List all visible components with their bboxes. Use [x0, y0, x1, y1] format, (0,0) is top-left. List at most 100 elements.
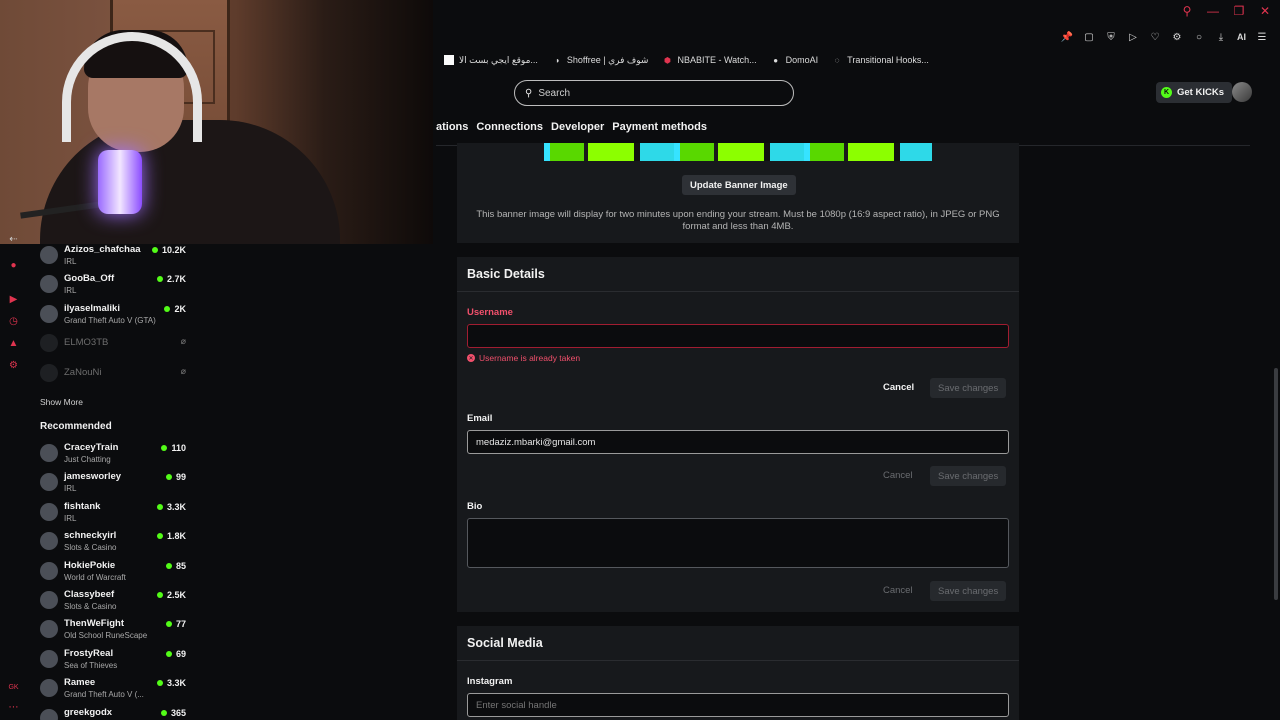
- email-save-button[interactable]: Save changes: [930, 466, 1007, 486]
- viewer-count-text: 3.3K: [166, 678, 186, 689]
- play-circle-icon[interactable]: ▶: [8, 294, 19, 305]
- channel-item[interactable]: jamesworley IRL 99: [36, 469, 190, 495]
- channel-category: IRL: [64, 484, 77, 494]
- viewer-count: 69: [165, 649, 186, 659]
- tab-developer[interactable]: Developer: [551, 121, 604, 133]
- channel-name: ELMO3TB: [64, 337, 109, 349]
- offline-icon: ⌀: [180, 336, 186, 347]
- channel-item[interactable]: FrostyReal Sea of Thieves 69: [36, 646, 190, 672]
- viewer-count-text: 2.5K: [166, 590, 186, 600]
- more-icon[interactable]: ⋯: [8, 702, 19, 713]
- viewer-count-text: 365: [170, 707, 186, 718]
- channel-name: fishtank: [64, 500, 101, 512]
- channel-item[interactable]: CraceyTrain Just Chatting 110: [36, 440, 190, 466]
- update-banner-button[interactable]: Update Banner Image: [682, 175, 796, 195]
- minimize-icon[interactable]: —: [1206, 4, 1220, 18]
- channel-item[interactable]: ilyaselmaliki Grand Theft Auto V (GTA) 2K: [36, 301, 190, 327]
- live-dot-icon: [156, 503, 163, 510]
- live-dot-icon: [156, 592, 163, 598]
- get-kicks-button[interactable]: K Get KICKs: [1156, 82, 1232, 103]
- social-media-title: Social Media: [467, 636, 543, 650]
- webcam-overlay: [0, 0, 433, 244]
- show-more-link[interactable]: Show More: [40, 397, 83, 407]
- tab-payment-methods[interactable]: Payment methods: [612, 121, 707, 133]
- channel-item[interactable]: Ramee Grand Theft Auto V (... 3.3K: [36, 675, 190, 701]
- channel-item[interactable]: ZaNouNi ⌀: [36, 360, 190, 386]
- email-cancel-button[interactable]: Cancel: [883, 470, 913, 481]
- viewer-count-text: 2.7K: [166, 274, 186, 285]
- channel-item[interactable]: greekgodx 365: [36, 705, 190, 720]
- bookmark-item[interactable]: ⬢ NBABITE - Watch...: [662, 55, 757, 65]
- social-media-panel: Social Media Instagram: [457, 626, 1019, 720]
- channel-category: Grand Theft Auto V (GTA): [64, 315, 156, 325]
- banner-panel: Update Banner Image This banner image wi…: [457, 143, 1019, 243]
- bio-field[interactable]: [467, 518, 1009, 568]
- pin-icon[interactable]: 📌: [1061, 31, 1073, 43]
- username-field[interactable]: [467, 324, 1009, 348]
- username-cancel-button[interactable]: Cancel: [883, 382, 914, 393]
- ai-button[interactable]: AI: [1237, 31, 1246, 43]
- viewer-count-text: 1.8K: [166, 531, 186, 542]
- viewer-count: 2.7K: [156, 274, 186, 285]
- channel-category: Sea of Thieves: [64, 660, 118, 670]
- extensions-icon[interactable]: ⚙: [1171, 31, 1183, 43]
- shield-icon[interactable]: ⛨: [1105, 31, 1117, 43]
- channel-item[interactable]: schneckyirl Slots & Casino 1.8K: [36, 528, 190, 554]
- search-bar[interactable]: ⚲: [514, 80, 794, 106]
- screenshot-icon[interactable]: ▢: [1083, 31, 1095, 43]
- restore-icon[interactable]: ❐: [1232, 4, 1246, 18]
- page-scrollbar[interactable]: [1274, 368, 1278, 600]
- search-input[interactable]: [538, 87, 759, 99]
- bookmark-item[interactable]: موقع ايجي بست الا...: [444, 55, 538, 66]
- collapse-icon[interactable]: ⇠: [8, 234, 19, 245]
- live-dot-icon: [156, 533, 163, 540]
- settings-tabs: ations Connections Developer Payment met…: [436, 121, 707, 133]
- live-icon[interactable]: ●: [8, 260, 19, 271]
- channel-avatar: [40, 502, 58, 521]
- heart-icon[interactable]: ♡: [1149, 31, 1161, 43]
- instagram-field[interactable]: [467, 693, 1009, 717]
- email-field[interactable]: [467, 430, 1009, 454]
- username-save-button[interactable]: Save changes: [930, 378, 1007, 398]
- tab-connections[interactable]: Connections: [476, 121, 543, 133]
- bookmark-item[interactable]: ◌ Transitional Hooks...: [832, 55, 929, 65]
- play-icon[interactable]: ▷: [1127, 31, 1139, 43]
- banner-note: This banner image will display for two m…: [476, 209, 1000, 232]
- channel-item[interactable]: HokiePokie World of Warcraft 85: [36, 558, 190, 584]
- channel-item[interactable]: GooBa_Off IRL 2.7K: [36, 271, 190, 297]
- channel-item[interactable]: Azizos_chafchaa IRL 10.2K: [36, 242, 190, 268]
- tab-notifications[interactable]: ations: [436, 121, 468, 133]
- clip-icon[interactable]: ▲: [8, 338, 19, 349]
- bookmark-item[interactable]: ◑ Shoffree | شوف فري: [552, 55, 648, 66]
- channel-item[interactable]: Classybeef Slots & Casino 2.5K: [36, 587, 190, 613]
- basic-details-panel: Basic Details Username ✕ Username is alr…: [457, 257, 1019, 612]
- bio-label: Bio: [467, 501, 483, 512]
- channel-avatar: [40, 473, 58, 492]
- channel-item[interactable]: ThenWeFight Old School RuneScape 77: [36, 616, 190, 642]
- viewer-count: 3.3K: [156, 502, 186, 512]
- get-kicks-label: Get KICKs: [1177, 87, 1224, 98]
- download-icon[interactable]: ⤓: [1215, 31, 1227, 43]
- channel-avatar: [40, 444, 58, 462]
- channel-item[interactable]: fishtank IRL 3.3K: [36, 499, 190, 525]
- clock-icon[interactable]: ◷: [8, 316, 19, 327]
- close-icon[interactable]: ✕: [1258, 4, 1272, 18]
- bookmark-label: Transitional Hooks...: [847, 55, 929, 65]
- channel-item[interactable]: ELMO3TB ⌀: [36, 330, 190, 356]
- menu-icon[interactable]: ☰: [1256, 31, 1268, 43]
- channel-name: HokiePokie: [64, 559, 116, 571]
- user-avatar[interactable]: [1232, 82, 1252, 102]
- bio-save-button[interactable]: Save changes: [930, 581, 1007, 601]
- channel-category: IRL: [64, 286, 77, 296]
- search-icon[interactable]: ⚲: [1180, 4, 1194, 18]
- lock-icon[interactable]: ○: [1193, 31, 1205, 43]
- settings-icon[interactable]: ⚙: [8, 360, 19, 371]
- left-icon-rail: ⇠ ● ▶ ◷ ▲ ⚙ GK ⋯: [0, 230, 28, 720]
- panel-divider: [457, 291, 1019, 292]
- bookmark-item[interactable]: ● DomoAI: [771, 55, 818, 65]
- bio-cancel-button[interactable]: Cancel: [883, 585, 913, 596]
- gk-icon[interactable]: GK: [8, 682, 19, 693]
- panel-divider: [457, 660, 1019, 661]
- instagram-label: Instagram: [467, 676, 513, 687]
- viewer-count: 3.3K: [156, 678, 186, 689]
